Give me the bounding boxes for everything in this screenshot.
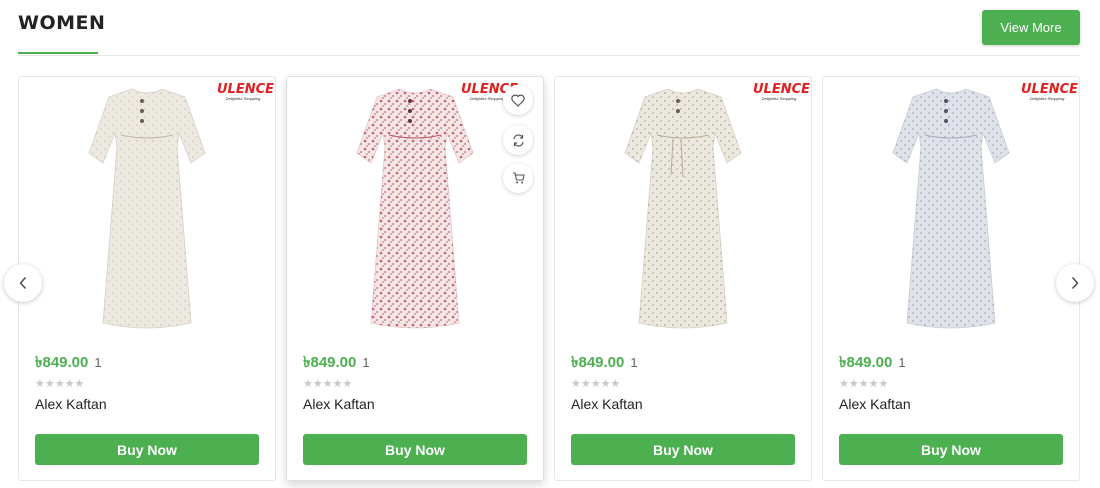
quantity: 1 — [94, 355, 102, 370]
product-card[interactable]: ULENCE Delightful Shopping ৳849.00 1 ★★★… — [18, 76, 276, 481]
product-name[interactable]: Alex Kaftan — [303, 396, 375, 412]
view-more-button[interactable]: View More — [982, 10, 1080, 45]
price: ৳849.00 — [839, 354, 893, 371]
buy-now-button[interactable]: Buy Now — [839, 434, 1063, 465]
price: ৳849.00 — [303, 354, 357, 371]
price-row: ৳849.00 1 — [303, 351, 370, 376]
chevron-left-icon — [19, 277, 27, 289]
price: ৳849.00 — [571, 354, 625, 371]
heart-glyph — [511, 94, 525, 107]
title-underline — [18, 52, 98, 54]
brand-name: ULENCE — [753, 82, 811, 97]
product-name[interactable]: Alex Kaftan — [35, 396, 107, 412]
rating-stars: ★★★★★ — [35, 378, 85, 390]
quantity: 1 — [630, 355, 638, 370]
section-header: WOMEN View More — [18, 0, 1080, 56]
cart-icon[interactable] — [503, 163, 533, 193]
price: ৳849.00 — [35, 354, 89, 371]
compare-glyph — [512, 133, 524, 147]
section-title: WOMEN — [18, 12, 106, 34]
brand-logo: ULENCE Delightful Shopping — [217, 82, 275, 105]
carousel-prev-button[interactable] — [4, 264, 42, 302]
product-image[interactable]: ULENCE Delightful Shopping — [823, 77, 1079, 335]
rating-stars: ★★★★★ — [303, 378, 353, 390]
brand-logo: ULENCE Delightful Shopping — [753, 82, 811, 105]
price-row: ৳849.00 1 — [571, 351, 638, 376]
buy-now-button[interactable]: Buy Now — [571, 434, 795, 465]
dress-image — [624, 88, 742, 329]
rating-stars: ★★★★★ — [839, 378, 889, 390]
buy-now-button[interactable]: Buy Now — [35, 434, 259, 465]
dress-image — [88, 88, 206, 329]
chevron-right-icon — [1071, 277, 1079, 289]
heart-icon[interactable] — [503, 85, 533, 115]
dress-image — [892, 88, 1010, 329]
quantity: 1 — [898, 355, 906, 370]
product-image[interactable]: ULENCE Delightful Shopping — [19, 77, 275, 335]
product-image[interactable]: ULENCE Delightful Shopping — [287, 77, 543, 335]
product-image[interactable]: ULENCE Delightful Shopping — [555, 77, 811, 335]
product-card[interactable]: ULENCE Delightful Shopping ৳849.00 1 ★★★… — [554, 76, 812, 481]
product-name[interactable]: Alex Kaftan — [839, 396, 911, 412]
rating-stars: ★★★★★ — [571, 378, 621, 390]
price-row: ৳849.00 1 — [35, 351, 102, 376]
product-card[interactable]: ULENCE Delightful Shopping ৳849.00 1 ★★★… — [286, 76, 544, 481]
product-name[interactable]: Alex Kaftan — [571, 396, 643, 412]
brand-name: ULENCE — [217, 82, 275, 97]
compare-icon[interactable] — [503, 125, 533, 155]
product-card[interactable]: ULENCE Delightful Shopping ৳849.00 1 ★★★… — [822, 76, 1080, 481]
brand-logo: ULENCE Delightful Shopping — [1021, 82, 1079, 105]
quantity: 1 — [362, 355, 370, 370]
price-row: ৳849.00 1 — [839, 351, 906, 376]
buy-now-button[interactable]: Buy Now — [303, 434, 527, 465]
cart-glyph — [512, 172, 525, 184]
brand-name: ULENCE — [1021, 82, 1079, 97]
dress-image — [356, 88, 474, 329]
carousel-next-button[interactable] — [1056, 264, 1094, 302]
